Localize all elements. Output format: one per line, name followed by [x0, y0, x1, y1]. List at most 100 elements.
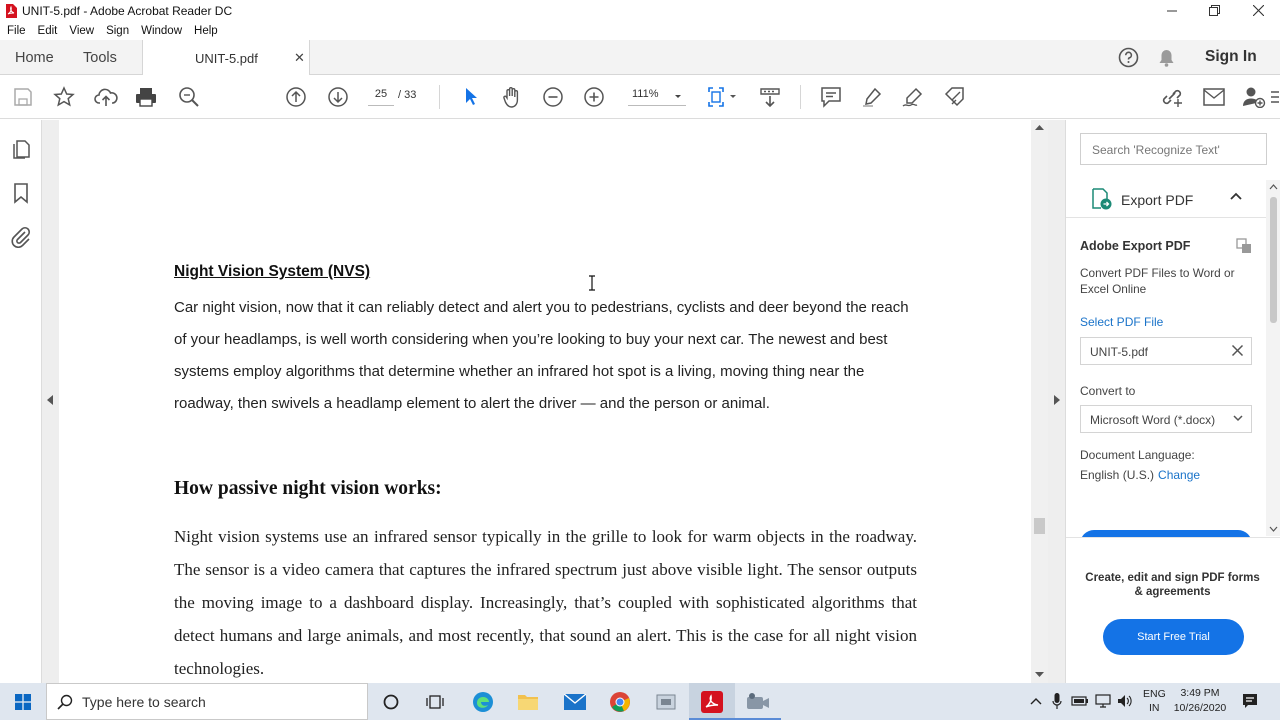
fill-sign-button[interactable]: [943, 85, 967, 109]
fit-page-icon: [708, 87, 736, 107]
network-icon[interactable]: [1095, 694, 1111, 708]
chevron-up-icon[interactable]: [1230, 192, 1242, 200]
scroll-up-arrow-icon[interactable]: [1035, 124, 1044, 130]
scroll-down-arrow-icon[interactable]: [1269, 526, 1278, 532]
right-pane-collapse-gutter[interactable]: [1048, 120, 1065, 683]
input-language-indicator[interactable]: ENG IN: [1143, 687, 1166, 715]
menu-edit[interactable]: Edit: [38, 25, 58, 37]
start-free-trial-button[interactable]: Start Free Trial: [1103, 619, 1244, 655]
page-number-input[interactable]: 25: [368, 88, 394, 106]
left-pane-collapse-gutter[interactable]: [42, 120, 59, 683]
volume-icon[interactable]: [1117, 694, 1133, 708]
battery-icon[interactable]: [1071, 695, 1089, 707]
recognize-text-search-input[interactable]: Search 'Recognize Text': [1080, 133, 1267, 165]
menu-help[interactable]: Help: [194, 25, 218, 37]
notifications-icon[interactable]: [1242, 693, 1258, 709]
zoom-level-dropdown[interactable]: 111%: [628, 88, 686, 106]
sign-button[interactable]: [901, 85, 925, 109]
tab-tools[interactable]: Tools: [83, 40, 117, 75]
app-button[interactable]: [643, 683, 689, 720]
document-viewer[interactable]: Night Vision System (NVS) Car night visi…: [59, 120, 1031, 683]
change-language-link[interactable]: Change: [1158, 468, 1200, 482]
file-explorer-button[interactable]: [505, 683, 551, 720]
taskbar-clock[interactable]: 3:49 PM 10/26/2020: [1168, 686, 1232, 716]
acrobat-taskbar-button[interactable]: [689, 683, 735, 720]
taskbar-search-box[interactable]: Type here to search: [46, 683, 368, 720]
previous-page-button[interactable]: [284, 85, 308, 109]
hand-tool-button[interactable]: [500, 85, 524, 109]
document-vertical-scrollbar[interactable]: [1031, 120, 1048, 683]
mail-button[interactable]: [552, 683, 598, 720]
microphone-icon[interactable]: [1052, 693, 1062, 709]
minimize-button[interactable]: [1150, 0, 1194, 21]
highlight-button[interactable]: [860, 85, 884, 109]
start-button[interactable]: [0, 683, 46, 720]
help-icon[interactable]: [1118, 47, 1139, 68]
bell-icon[interactable]: [1158, 49, 1175, 67]
app-window-icon: [656, 694, 676, 709]
paragraph-passive: Night vision systems use an infrared sen…: [174, 527, 917, 678]
export-pdf-header[interactable]: Export PDF: [1066, 180, 1266, 218]
camera-app-button[interactable]: [735, 683, 781, 720]
left-navigation-pane: [0, 120, 42, 683]
next-page-button[interactable]: [326, 85, 350, 109]
chevron-down-icon: [675, 95, 681, 98]
zoom-out-button[interactable]: [541, 85, 565, 109]
sign-in-button[interactable]: Sign In: [1205, 48, 1257, 66]
select-tool-button[interactable]: [459, 85, 483, 109]
email-button[interactable]: [1202, 85, 1226, 109]
menu-file[interactable]: File: [7, 25, 26, 37]
tab-close-button[interactable]: ✕: [294, 50, 305, 66]
share-link-button[interactable]: [1160, 85, 1184, 109]
find-button[interactable]: [177, 85, 201, 109]
menu-sign[interactable]: Sign: [106, 25, 129, 37]
menu-view[interactable]: View: [69, 25, 94, 37]
promo-panel: Create, edit and sign PDF forms & agreem…: [1066, 537, 1280, 683]
collapse-left-arrow-icon[interactable]: [47, 395, 54, 405]
selected-file-field[interactable]: UNIT-5.pdf: [1080, 337, 1252, 365]
toolbar-divider: [439, 85, 440, 109]
export-description: Convert PDF Files to Word or Excel Onlin…: [1080, 266, 1235, 296]
scrollbar-thumb[interactable]: [1034, 518, 1045, 534]
scroll-mode-button[interactable]: [758, 85, 782, 109]
acrobat-logo-icon: [701, 690, 723, 713]
mail-envelope-icon: [564, 693, 586, 710]
page-display-button[interactable]: [706, 85, 740, 109]
page-thumbnails-icon[interactable]: [10, 138, 32, 160]
menu-window[interactable]: Window: [141, 25, 182, 37]
menu-bar: File Edit View Sign Window Help: [0, 21, 1280, 40]
chrome-button[interactable]: [597, 683, 643, 720]
scroll-up-arrow-icon[interactable]: [1269, 184, 1278, 190]
clear-file-icon[interactable]: [1231, 344, 1244, 357]
restore-button[interactable]: [1192, 0, 1236, 21]
text-cursor-icon: [589, 275, 595, 291]
scroll-down-arrow-icon[interactable]: [1035, 672, 1044, 678]
scrollbar-thumb[interactable]: [1270, 197, 1277, 323]
convert-format-dropdown[interactable]: Microsoft Word (*.docx): [1080, 405, 1252, 433]
tab-document[interactable]: UNIT-5.pdf ✕: [142, 40, 310, 76]
edge-browser-button[interactable]: [460, 683, 506, 720]
bookmark-star-button[interactable]: [52, 85, 76, 109]
windows-logo-icon: [15, 693, 31, 710]
chevron-up-icon[interactable]: [1030, 697, 1042, 705]
print-button[interactable]: [134, 85, 158, 109]
zoom-in-button[interactable]: [582, 85, 606, 109]
attachments-paperclip-icon[interactable]: [10, 226, 32, 248]
more-tools-button[interactable]: [1268, 85, 1280, 109]
tools-pane-scrollbar[interactable]: [1266, 180, 1280, 536]
right-tools-pane: Search 'Recognize Text' Export PDF Adobe…: [1065, 120, 1280, 683]
close-window-button[interactable]: [1236, 0, 1280, 21]
select-pdf-file-link[interactable]: Select PDF File: [1080, 315, 1163, 329]
tab-home[interactable]: Home: [15, 40, 54, 75]
upload-button[interactable]: [94, 85, 118, 109]
task-view-button[interactable]: [412, 683, 458, 720]
collapse-right-arrow-icon[interactable]: [1053, 395, 1060, 405]
save-button[interactable]: [11, 85, 35, 109]
copy-icon[interactable]: [1236, 238, 1252, 254]
input-language-line1: ENG: [1143, 688, 1166, 700]
bookmarks-icon[interactable]: [10, 182, 32, 204]
add-person-icon: [1243, 87, 1266, 108]
cortana-button[interactable]: [368, 683, 414, 720]
add-user-button[interactable]: [1242, 85, 1266, 109]
comment-button[interactable]: [819, 85, 843, 109]
